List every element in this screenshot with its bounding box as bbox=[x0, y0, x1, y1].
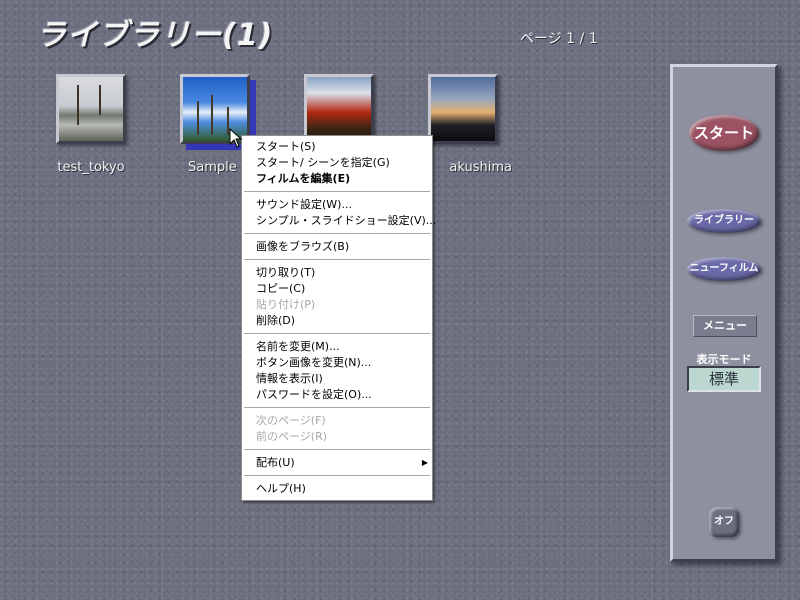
menu-separator bbox=[244, 475, 430, 477]
menu-item-distribute[interactable]: 配布(U) ▶ bbox=[242, 455, 432, 471]
menu-separator bbox=[244, 449, 430, 451]
menu-item-paste: 貼り付け(P) bbox=[256, 298, 316, 311]
photo-autumn-tree-icon[interactable] bbox=[304, 74, 374, 144]
menu-item-copy[interactable]: コピー(C) bbox=[242, 281, 432, 297]
side-panel: スタート ライブラリー ニューフィルム メニュー 表示モード 標準 オフ bbox=[670, 64, 778, 562]
page-indicator: ページ 1 / 1 bbox=[520, 31, 598, 47]
menu-item-edit-film[interactable]: フィルムを編集(E) bbox=[242, 171, 432, 187]
menu-separator bbox=[244, 407, 430, 409]
menu-separator bbox=[244, 191, 430, 193]
library-title: ライブラリー(1) bbox=[36, 18, 274, 53]
film-item-test-tokyo[interactable]: test_tokyo bbox=[36, 74, 146, 175]
submenu-arrow-icon: ▶ bbox=[421, 458, 428, 467]
menu-item-sound-settings[interactable]: サウンド設定(W)... bbox=[242, 197, 432, 213]
menu-button[interactable]: メニュー bbox=[693, 315, 757, 337]
display-mode-label: 表示モード bbox=[696, 353, 752, 366]
menu-item-start[interactable]: スタート(S) bbox=[242, 139, 432, 155]
menu-item-help[interactable]: ヘルプ(H) bbox=[242, 481, 432, 497]
menu-item-change-button-image[interactable]: ボタン画像を変更(N)... bbox=[242, 355, 432, 371]
menu-separator bbox=[244, 233, 430, 235]
menu-item-browse-images[interactable]: 画像をブラウズ(B) bbox=[242, 239, 432, 255]
menu-item-set-password[interactable]: パスワードを設定(O)... bbox=[242, 387, 432, 403]
film-caption: test_tokyo bbox=[57, 160, 125, 175]
menu-item-show-info[interactable]: 情報を表示(I) bbox=[242, 371, 432, 387]
menu-item-next-page: 次のページ(F) bbox=[256, 414, 326, 427]
menu-item-rename[interactable]: 名前を変更(M)... bbox=[242, 339, 432, 355]
photo-sunset-icon[interactable] bbox=[428, 74, 498, 144]
menu-separator bbox=[244, 259, 430, 261]
menu-item-prev-page: 前のページ(R) bbox=[256, 430, 328, 443]
menu-item-start-scene[interactable]: スタート/ シーンを指定(G) bbox=[242, 155, 432, 171]
menu-item-cut[interactable]: 切り取り(T) bbox=[242, 265, 432, 281]
display-mode-value[interactable]: 標準 bbox=[687, 366, 761, 392]
context-menu: スタート(S) スタート/ シーンを指定(G) フィルムを編集(E) サウンド設… bbox=[241, 135, 436, 501]
photo-river-tree-icon[interactable] bbox=[56, 74, 126, 144]
new-film-button[interactable]: ニューフィルム bbox=[687, 257, 761, 281]
menu-item-slideshow-settings[interactable]: シンプル・スライドショー設定(V)... bbox=[242, 213, 436, 229]
menu-item-delete[interactable]: 削除(D) bbox=[242, 313, 432, 329]
menu-item-distribute-label: 配布(U) bbox=[256, 456, 295, 469]
start-button[interactable]: スタート bbox=[689, 115, 759, 151]
mouse-cursor-icon bbox=[229, 128, 243, 148]
library-button[interactable]: ライブラリー bbox=[687, 209, 761, 233]
off-button[interactable]: オフ bbox=[709, 507, 739, 537]
menu-separator bbox=[244, 333, 430, 335]
